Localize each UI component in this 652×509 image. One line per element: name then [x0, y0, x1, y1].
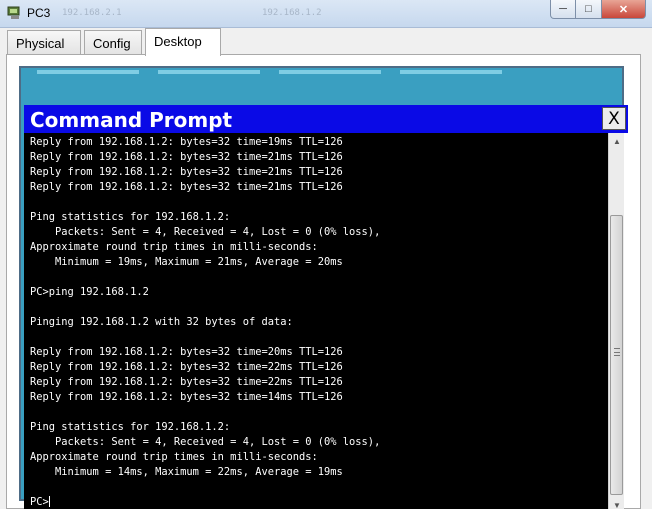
- tab-label: Physical: [16, 36, 65, 51]
- console-output[interactable]: Reply from 192.168.1.2: bytes=32 time=19…: [24, 133, 608, 509]
- close-icon: X: [608, 108, 620, 129]
- minimize-icon: ─: [559, 3, 567, 15]
- console-line: Reply from 192.168.1.2: bytes=32 time=21…: [30, 181, 343, 193]
- command-prompt-titlebar: Command Prompt X: [24, 105, 628, 133]
- tab-physical[interactable]: Physical: [7, 30, 81, 55]
- scroll-down-button[interactable]: ▼: [609, 497, 625, 509]
- console-line: Reply from 192.168.1.2: bytes=32 time=14…: [30, 391, 343, 403]
- window-controls: ─ □ ✕: [550, 0, 646, 19]
- tab-label: Desktop: [154, 34, 202, 49]
- console-lines: Reply from 192.168.1.2: bytes=32 time=19…: [30, 135, 608, 495]
- tab-label: Config: [93, 36, 131, 51]
- ghost-text: 192.168.2.1: [62, 8, 122, 18]
- close-icon: ✕: [618, 3, 629, 16]
- console-line: Ping statistics for 192.168.1.2:: [30, 211, 231, 223]
- tab-area: Physical Config Desktop Command Prompt X…: [0, 28, 652, 509]
- console-line: Reply from 192.168.1.2: bytes=32 time=22…: [30, 361, 343, 373]
- desktop-app-strip: [400, 70, 502, 74]
- desktop-app-strip: [279, 70, 381, 74]
- console-prompt: PC>: [30, 496, 49, 508]
- command-prompt-close-button[interactable]: X: [602, 107, 626, 130]
- console-line: Reply from 192.168.1.2: bytes=32 time=21…: [30, 151, 343, 163]
- tab-config[interactable]: Config: [84, 30, 142, 55]
- grip-icon: [614, 348, 620, 356]
- console-prompt-line[interactable]: PC>: [30, 495, 608, 509]
- console-line: PC>ping 192.168.1.2: [30, 286, 149, 298]
- console-line: Reply from 192.168.1.2: bytes=32 time=20…: [30, 346, 343, 358]
- desktop-app-strip: [158, 70, 260, 74]
- console-line: Packets: Sent = 4, Received = 4, Lost = …: [30, 436, 381, 448]
- close-button[interactable]: ✕: [602, 0, 646, 19]
- desktop-app-strip: [37, 70, 139, 74]
- maximize-button[interactable]: □: [576, 0, 602, 19]
- window-titlebar: PC3 192.168.2.1 192.168.1.2 ─ □ ✕: [0, 0, 652, 28]
- console-line: Minimum = 19ms, Maximum = 21ms, Average …: [30, 256, 343, 268]
- desktop-panel: Command Prompt X Reply from 192.168.1.2:…: [6, 54, 641, 509]
- scroll-up-icon: ▲: [613, 136, 621, 146]
- console-line: Approximate round trip times in milli-se…: [30, 451, 318, 463]
- maximize-icon: □: [585, 3, 592, 15]
- console-line: Minimum = 14ms, Maximum = 22ms, Average …: [30, 466, 343, 478]
- scroll-down-icon: ▼: [613, 500, 621, 509]
- pc-icon: [7, 6, 20, 19]
- scrollbar-thumb[interactable]: [610, 215, 623, 495]
- console-line: Packets: Sent = 4, Received = 4, Lost = …: [30, 226, 381, 238]
- scroll-up-button[interactable]: ▲: [609, 133, 625, 149]
- ghost-text: 192.168.1.2: [262, 8, 322, 18]
- text-caret: [48, 496, 50, 507]
- console-line: Approximate round trip times in milli-se…: [30, 241, 318, 253]
- console-line: Ping statistics for 192.168.1.2:: [30, 421, 231, 433]
- command-prompt-title: Command Prompt: [30, 108, 233, 132]
- console-line: Reply from 192.168.1.2: bytes=32 time=22…: [30, 376, 343, 388]
- console-line: Pinging 192.168.1.2 with 32 bytes of dat…: [30, 316, 293, 328]
- console-line: Reply from 192.168.1.2: bytes=32 time=21…: [30, 166, 343, 178]
- window-title: PC3: [27, 6, 51, 20]
- tab-desktop[interactable]: Desktop: [145, 28, 221, 56]
- minimize-button[interactable]: ─: [550, 0, 576, 19]
- console-line: Reply from 192.168.1.2: bytes=32 time=19…: [30, 136, 343, 148]
- vertical-scrollbar[interactable]: ▲ ▼: [608, 133, 624, 509]
